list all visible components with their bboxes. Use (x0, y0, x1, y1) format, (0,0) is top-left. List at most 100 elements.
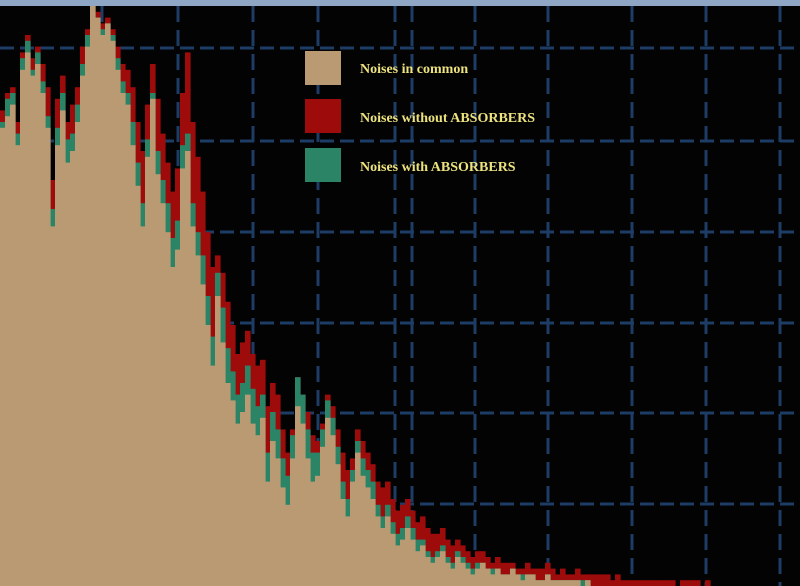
bar-common (330, 435, 336, 586)
bar-common (30, 75, 36, 586)
bar-common (340, 499, 346, 586)
bar-common (320, 446, 326, 586)
legend-swatch-without-absorbers (305, 99, 341, 133)
bar-common (360, 475, 366, 586)
bar-common (175, 249, 181, 586)
bar-common (160, 203, 166, 586)
plot-top-border (0, 0, 800, 6)
bar-common (470, 574, 476, 586)
bar-common (415, 551, 421, 586)
bar-common (425, 557, 431, 586)
bar-common (385, 516, 391, 586)
bar-common (170, 267, 176, 586)
bar-common (365, 487, 371, 586)
bar-without-absorbers (625, 580, 631, 586)
bar-without-absorbers (685, 580, 691, 586)
bar-common (535, 580, 541, 586)
bar-common (5, 116, 11, 586)
bar-common (525, 574, 531, 586)
bar-common (55, 145, 61, 586)
bar-common (165, 232, 171, 586)
legend-label-with-absorbers: Noises with ABSORBERS (360, 160, 516, 175)
bar-common (410, 539, 416, 586)
bar-common (95, 17, 101, 586)
bar-without-absorbers (590, 574, 596, 586)
noise-histogram-chart: Noises in common Noises without ABSORBER… (0, 0, 800, 586)
bar-without-absorbers (620, 580, 626, 586)
bar-without-absorbers (680, 580, 686, 586)
bar-without-absorbers (635, 580, 641, 586)
bar-common (275, 458, 281, 586)
bar-common (515, 574, 521, 586)
bar-without-absorbers (630, 580, 636, 586)
bar-common (260, 417, 266, 586)
bar-common (145, 156, 151, 586)
bar-common (75, 122, 81, 586)
bar-common (150, 98, 156, 586)
bar-common (35, 64, 41, 586)
bar-common (10, 104, 16, 586)
bar-common (400, 539, 406, 586)
bar-without-absorbers (640, 580, 646, 586)
bar-common (115, 69, 121, 586)
bar-common (255, 435, 261, 586)
bar-common (570, 580, 576, 586)
bar-without-absorbers (645, 580, 651, 586)
legend-label-common: Noises in common (360, 62, 468, 77)
bar-common (550, 580, 556, 586)
bar-common (245, 394, 251, 586)
bar-common (205, 325, 211, 586)
bar-common (125, 104, 131, 586)
bar-common (180, 168, 186, 586)
bar-without-absorbers (610, 580, 616, 586)
bar-common (105, 23, 111, 586)
bar-common (345, 516, 351, 586)
bar-common (440, 551, 446, 586)
bar-common (335, 464, 341, 586)
bar-common (355, 452, 361, 586)
bar-common (305, 458, 311, 586)
bar-common (295, 406, 301, 586)
bar-common (225, 383, 231, 586)
bar-common (215, 296, 221, 586)
bar-common (395, 545, 401, 586)
bar-common (460, 562, 466, 586)
bar-common (195, 255, 201, 586)
bar-common (530, 574, 536, 586)
bar-common (575, 580, 581, 586)
bar-common (210, 365, 216, 586)
bar-common (420, 545, 426, 586)
bar-common (450, 568, 456, 586)
bar-common (560, 580, 566, 586)
bar-common (490, 574, 496, 586)
bar-common (20, 69, 26, 586)
bar-with-absorbers (580, 580, 586, 586)
bar-common (430, 562, 436, 586)
bar-common (240, 412, 246, 586)
bar-common (230, 400, 236, 586)
bar-without-absorbers (595, 574, 601, 586)
bar-common (140, 226, 146, 586)
bar-common (25, 52, 31, 586)
bar-without-absorbers (600, 574, 606, 586)
chart-canvas: Noises in common Noises without ABSORBER… (0, 0, 800, 586)
bar-without-absorbers (615, 574, 621, 586)
bar-common (520, 580, 526, 586)
bar-without-absorbers (655, 580, 661, 586)
bar-common (480, 562, 486, 586)
bar-common (540, 580, 546, 586)
legend-swatch-with-absorbers (305, 148, 341, 182)
bar-common (555, 580, 561, 586)
bar-common (120, 93, 126, 586)
bar-common (390, 533, 396, 586)
bar-common (475, 568, 481, 586)
bar-common (280, 487, 286, 586)
bar-common (50, 226, 56, 586)
bar-common (130, 145, 136, 586)
bar-common (200, 284, 206, 586)
bar-common (565, 580, 571, 586)
bar-common (545, 574, 551, 586)
bar-common (310, 481, 316, 586)
bar-common (380, 528, 386, 586)
bar-common (510, 568, 516, 586)
